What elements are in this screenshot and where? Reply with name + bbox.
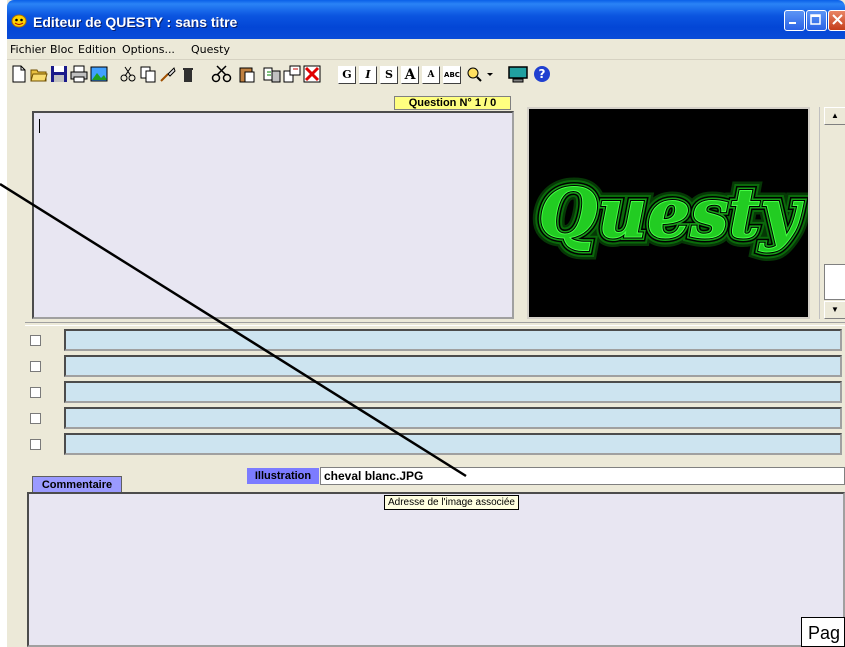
- answer-row-5: [7, 431, 845, 457]
- answer-field-4[interactable]: [64, 407, 842, 429]
- help-icon[interactable]: ?: [533, 65, 551, 83]
- answer-field-3[interactable]: [64, 381, 842, 403]
- answer-field-2[interactable]: [64, 355, 842, 377]
- close-icon: [832, 14, 843, 25]
- paste-block-icon[interactable]: [238, 65, 256, 83]
- spellcheck-button[interactable]: ABC: [443, 66, 461, 84]
- maximize-icon: [810, 14, 821, 25]
- illustration-label: Illustration: [247, 468, 319, 484]
- paste-brush-icon[interactable]: [159, 65, 177, 83]
- answer-checkbox-1[interactable]: [30, 335, 41, 346]
- delete-bin-icon[interactable]: [179, 65, 197, 83]
- menu-questy[interactable]: Questy: [191, 43, 230, 56]
- close-button[interactable]: [828, 10, 845, 31]
- answer-row-1: [7, 327, 845, 353]
- insert-block-icon[interactable]: [263, 65, 281, 83]
- app-icon: [11, 14, 27, 28]
- font-shrink-button[interactable]: A: [422, 66, 440, 84]
- bold-button[interactable]: G: [338, 66, 356, 84]
- italic-button[interactable]: I: [359, 66, 377, 84]
- answer-row-4: [7, 405, 845, 431]
- answer-row-2: [7, 353, 845, 379]
- copy-icon[interactable]: [139, 65, 157, 83]
- maximize-button[interactable]: [806, 10, 827, 31]
- delete-block-icon[interactable]: [303, 65, 321, 83]
- logo-text: Questy: [538, 174, 804, 254]
- page-label: Pag: [801, 617, 845, 647]
- window-title: Editeur de QUESTY : sans titre: [33, 14, 238, 30]
- question-number-label: Question N° 1 / 0: [394, 96, 511, 110]
- print-icon[interactable]: [70, 65, 88, 83]
- menu-options[interactable]: Options...: [122, 43, 175, 56]
- cut-icon[interactable]: [119, 65, 137, 83]
- illustration-tooltip: Adresse de l'image associée: [384, 495, 519, 510]
- duplicate-block-icon[interactable]: [283, 65, 301, 83]
- answer-field-5[interactable]: [64, 433, 842, 455]
- font-grow-button[interactable]: A: [401, 66, 419, 84]
- menu-fichier[interactable]: Fichier: [10, 43, 46, 56]
- answer-checkbox-4[interactable]: [30, 413, 41, 424]
- answer-checkbox-3[interactable]: [30, 387, 41, 398]
- monitor-icon[interactable]: [507, 65, 529, 83]
- cut-block-icon[interactable]: [210, 65, 234, 83]
- comment-tab[interactable]: Commentaire: [32, 476, 122, 493]
- question-text-area[interactable]: [32, 111, 514, 319]
- preview-scrollbar[interactable]: ▲ ▼: [819, 107, 845, 319]
- questy-editor-window: Editeur de QUESTY : sans titre Fichier B…: [7, 0, 845, 647]
- scroll-field[interactable]: [824, 264, 845, 300]
- answer-field-1[interactable]: [64, 329, 842, 351]
- questy-logo: Questy Questy Questy Questy Questy Quest…: [529, 165, 813, 263]
- underline-button[interactable]: S: [380, 66, 398, 84]
- minimize-button[interactable]: [784, 10, 805, 31]
- scroll-down-button[interactable]: ▼: [824, 301, 845, 319]
- new-document-icon[interactable]: [10, 65, 28, 83]
- svg-text:?: ?: [539, 67, 546, 81]
- illustration-path-input[interactable]: cheval blanc.JPG: [320, 467, 845, 485]
- save-icon[interactable]: [50, 65, 68, 83]
- title-bar[interactable]: Editeur de QUESTY : sans titre: [7, 0, 845, 39]
- answer-row-3: [7, 379, 845, 405]
- minimize-icon: [789, 22, 796, 24]
- open-folder-icon[interactable]: [30, 65, 48, 83]
- search-icon[interactable]: [465, 65, 483, 83]
- dropdown-arrow-icon[interactable]: [485, 65, 495, 83]
- answer-checkbox-2[interactable]: [30, 361, 41, 372]
- section-divider: [25, 322, 845, 326]
- image-preview: Questy Questy Questy Questy Questy Quest…: [527, 107, 813, 319]
- menu-bloc[interactable]: Bloc: [50, 43, 73, 56]
- comment-text-area[interactable]: [27, 492, 845, 647]
- scroll-up-button[interactable]: ▲: [824, 107, 845, 125]
- answer-checkbox-5[interactable]: [30, 439, 41, 450]
- menu-bar: Fichier Bloc Edition Options... Questy: [7, 39, 845, 60]
- text-caret: [39, 119, 40, 133]
- menu-edition[interactable]: Edition: [78, 43, 116, 56]
- toolbar: G I S A A ABC ?: [7, 60, 845, 90]
- image-icon[interactable]: [90, 65, 108, 83]
